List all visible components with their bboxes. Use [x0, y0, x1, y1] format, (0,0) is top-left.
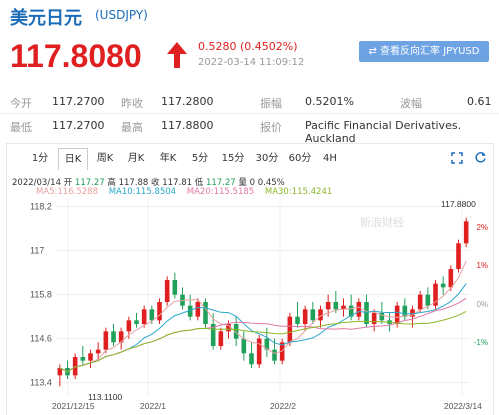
candle-body	[256, 338, 262, 365]
y-tick-label: 117	[30, 246, 44, 256]
candle-body	[295, 316, 300, 324]
candle-body	[302, 309, 308, 324]
candle-body	[417, 294, 423, 310]
candle-body	[164, 280, 170, 302]
candle-body	[287, 316, 293, 343]
candle-body	[371, 313, 377, 324]
candle-body	[134, 320, 139, 324]
candle-body	[195, 302, 201, 317]
candlestick-chart: 118.2 117 115.8 114.6 113.4 2% 1% 0% -1% 2021/12/…	[30, 198, 488, 411]
x-tick-label: 2021/12/15	[52, 401, 95, 411]
candle-body	[356, 302, 362, 317]
x-tick-label: 2022/2	[270, 401, 296, 411]
y-tick-label: 115.8	[30, 290, 52, 300]
candle-body	[88, 353, 93, 361]
candle-body	[203, 302, 208, 324]
x-tick-label: 2022/1	[140, 401, 166, 411]
candle-body	[364, 302, 369, 324]
candle-body	[463, 221, 469, 244]
candle-body	[80, 357, 86, 361]
y-tick-label: 114.6	[30, 334, 52, 344]
candle-body	[425, 294, 431, 306]
candle-body	[218, 331, 224, 346]
y-tick-label: 113.4	[30, 378, 52, 388]
candle-body	[394, 305, 400, 324]
candle-body	[333, 302, 339, 310]
candle-body	[141, 309, 147, 324]
max-price-label: 117.8800	[441, 199, 476, 209]
candle-body	[448, 269, 454, 288]
candle-body	[325, 302, 331, 310]
candle-body	[272, 349, 277, 361]
pct-tick-label: 1%	[476, 261, 488, 270]
x-tick-label: 2022/3/14	[444, 401, 482, 411]
candle-body	[249, 353, 254, 365]
pct-tick-label: 0%	[476, 300, 488, 309]
candle-body	[103, 331, 109, 350]
candle-body	[157, 302, 162, 321]
candle-body	[95, 349, 101, 354]
candle-body	[111, 331, 116, 343]
pct-tick-label: 2%	[476, 223, 488, 232]
pct-tick-label: -1%	[474, 338, 488, 347]
min-price-label: 113.1100	[88, 392, 122, 402]
candle-body	[440, 283, 446, 288]
ma-line-5	[59, 260, 467, 373]
watermark-text: 新浪财经	[360, 215, 404, 229]
y-tick-label: 118.2	[30, 202, 52, 212]
candle-body	[172, 280, 178, 295]
candle-body	[310, 309, 316, 321]
candle-body	[149, 309, 155, 321]
candle-body	[241, 338, 247, 354]
candle-body	[402, 305, 408, 317]
candle-body	[126, 320, 132, 332]
candle-body	[456, 243, 461, 269]
